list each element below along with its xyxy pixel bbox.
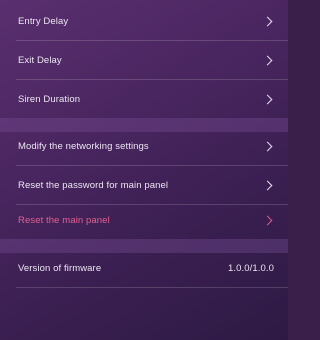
modify-networking-label: Modify the networking settings — [18, 140, 149, 152]
chevron-right-icon — [262, 141, 273, 151]
firmware-version-value: 1.0.0/1.0.0 — [228, 262, 274, 274]
exit-delay-row[interactable]: Exit Delay — [0, 41, 288, 79]
chevron-right-icon — [262, 55, 273, 65]
reset-main-panel-label: Reset the main panel — [18, 214, 110, 226]
chevron-right-icon — [262, 215, 273, 225]
chevron-right-icon — [262, 16, 273, 26]
entry-delay-label: Entry Delay — [18, 15, 69, 27]
divider — [16, 287, 288, 288]
reset-password-label: Reset the password for main panel — [18, 179, 169, 191]
chevron-right-icon — [262, 180, 273, 190]
siren-duration-label: Siren Duration — [18, 93, 81, 105]
exit-delay-label: Exit Delay — [18, 54, 62, 66]
entry-delay-row[interactable]: Entry Delay — [0, 2, 288, 40]
reset-password-row[interactable]: Reset the password for main panel — [0, 166, 288, 204]
firmware-version-label: Version of firmware — [18, 262, 102, 274]
chevron-right-icon — [262, 94, 273, 104]
modify-networking-row[interactable]: Modify the networking settings — [0, 127, 288, 165]
settings-screen: Entry Delay Exit Delay Siren Duration Mo… — [0, 0, 288, 340]
reset-main-panel-row[interactable]: Reset the main panel — [0, 201, 288, 239]
firmware-version-row: Version of firmware 1.0.0/1.0.0 — [0, 249, 288, 287]
siren-duration-row[interactable]: Siren Duration — [0, 80, 288, 118]
